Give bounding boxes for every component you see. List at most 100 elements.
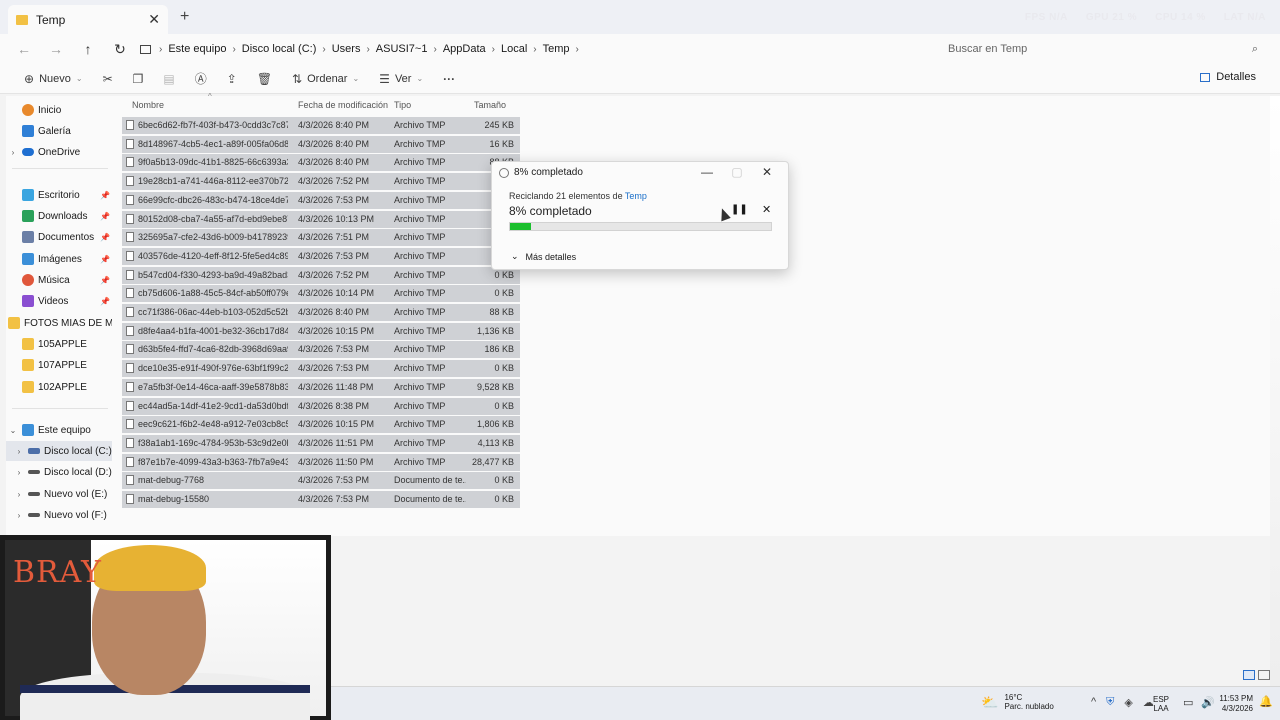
file-icon: [126, 138, 134, 149]
sidebar-item-105apple[interactable]: 105APPLE: [6, 334, 112, 354]
sidebar-item-musica[interactable]: Música 📌: [6, 270, 112, 290]
tab-temp[interactable]: Temp ✕: [8, 5, 168, 34]
chevron-right-icon[interactable]: ›: [12, 490, 26, 499]
quick-settings[interactable]: ▭ 🔊: [1183, 696, 1215, 709]
table-row[interactable]: f87e1b7e-4099-43a3-b363-7fb7a9e435a2....…: [122, 453, 520, 471]
column-header-size[interactable]: Tamaño: [474, 96, 534, 114]
shield-icon[interactable]: ⛨: [1106, 696, 1114, 709]
up-button[interactable]: ↑: [72, 41, 104, 57]
share-button[interactable]: ⇪: [217, 72, 247, 86]
table-row[interactable]: 8d148967-4cb5-4ec1-a89f-005fa06d8133....…: [122, 135, 520, 153]
sidebar-item-107apple[interactable]: 107APPLE: [6, 355, 112, 375]
column-header-type[interactable]: Tipo: [394, 96, 470, 114]
details-button[interactable]: Detalles: [1200, 71, 1256, 83]
close-tab-icon[interactable]: ✕: [148, 11, 160, 28]
details-label: Detalles: [1216, 71, 1256, 83]
column-header-date[interactable]: Fecha de modificación: [298, 96, 392, 114]
table-row[interactable]: b547cd04-f330-4293-ba9d-49a82bad3f41....…: [122, 266, 520, 284]
sidebar-item-inicio[interactable]: Inicio: [6, 100, 112, 120]
view-button[interactable]: ☰ Ver ⌄: [369, 72, 433, 86]
chevron-right-icon[interactable]: ›: [12, 511, 26, 520]
sidebar-item-onedrive[interactable]: › OneDrive: [6, 142, 112, 162]
input-language[interactable]: ESP LAA: [1153, 695, 1169, 713]
chevron-right-icon[interactable]: ›: [12, 447, 26, 456]
app-tray-icon[interactable]: ◈: [1124, 696, 1132, 709]
sidebar-item-downloads[interactable]: Downloads 📌: [6, 206, 112, 226]
table-row[interactable]: d8fe4aa4-b1fa-4001-be32-36cb17d84aaf....…: [122, 322, 520, 340]
table-row[interactable]: 9f0a5b13-09dc-41b1-8825-66c6393a37e5....…: [122, 154, 520, 172]
sidebar-item-vol-e[interactable]: › Nuevo vol (E:): [6, 484, 112, 504]
cancel-button[interactable]: ✕: [762, 203, 771, 216]
table-row[interactable]: eec9c621-f6b2-4e48-a912-7e03cb8c5ebe....…: [122, 416, 520, 434]
sort-icon: ⇅: [292, 71, 303, 86]
pause-button[interactable]: ❚❚: [731, 204, 748, 215]
breadcrumb-user[interactable]: ASUSI7~1: [370, 43, 434, 55]
sidebar-item-galeria[interactable]: Galería: [6, 121, 112, 141]
sidebar-item-label: Nuevo vol (F:): [44, 509, 107, 521]
table-row[interactable]: 19e28cb1-a741-446a-8112-ee370b72af9b....…: [122, 173, 520, 191]
search-input[interactable]: Buscar en Temp ⌕: [936, 37, 1270, 61]
column-header-name[interactable]: Nombre: [132, 96, 292, 114]
paste-button[interactable]: ▤: [153, 72, 184, 86]
table-row[interactable]: 403576de-4120-4eff-8f12-5fe5ed4c895f.t..…: [122, 247, 520, 265]
more-details-toggle[interactable]: ⌄ Más detalles: [511, 251, 576, 262]
drive-icon: [28, 513, 40, 517]
sidebar-item-escritorio[interactable]: Escritorio 📌: [6, 185, 112, 205]
table-row[interactable]: 6bec6d62-fb7f-403f-b473-0cdd3c7c87b7....…: [122, 117, 520, 134]
breadcrumb-users[interactable]: Users: [326, 43, 367, 55]
chevron-right-icon[interactable]: ›: [12, 468, 26, 477]
table-row[interactable]: mat-debug-7768 4/3/2026 7:53 PM Documento …: [122, 472, 520, 490]
file-name: cc71f386-06ac-44eb-b103-052d5c52b4a1....: [138, 307, 288, 317]
copy-button[interactable]: ❐: [123, 72, 154, 86]
sidebar-item-vol-f[interactable]: › Nuevo vol (F:): [6, 505, 112, 525]
clock[interactable]: 11:53 PM 4/3/2026: [1215, 694, 1253, 714]
new-button[interactable]: ⊕ Nuevo ⌄: [14, 72, 93, 86]
cut-button[interactable]: ✂: [93, 72, 123, 86]
table-row[interactable]: d63b5fe4-ffd7-4ca6-82db-3968d69aa95f.t..…: [122, 341, 520, 359]
file-icon: [126, 363, 134, 374]
sidebar-item-videos[interactable]: Videos 📌: [6, 291, 112, 311]
sidebar-item-102apple[interactable]: 102APPLE: [6, 377, 112, 397]
chevron-up-icon[interactable]: ^: [1091, 696, 1096, 709]
refresh-button[interactable]: ↻: [104, 41, 136, 58]
table-row[interactable]: 325695a7-cfe2-43d6-b009-b417892398ad....…: [122, 229, 520, 247]
sidebar-item-disco-d[interactable]: › Disco local (D:): [6, 462, 112, 482]
tiles-view-icon[interactable]: [1258, 670, 1270, 680]
breadcrumb-temp[interactable]: Temp: [537, 43, 576, 55]
new-tab-button[interactable]: +: [180, 8, 189, 26]
table-row[interactable]: e7a5fb3f-0e14-46ca-aaff-39e5878b8313.t..…: [122, 378, 520, 396]
back-button[interactable]: ←: [8, 41, 40, 57]
minimize-button[interactable]: —: [692, 165, 722, 179]
weather-widget[interactable]: ⛅ 16°C Parc. nublado: [981, 693, 1054, 711]
sidebar-item-este-equipo[interactable]: ⌄ Este equipo: [6, 420, 112, 440]
table-row[interactable]: f38a1ab1-169c-4784-953b-53c9d2e0b598....…: [122, 434, 520, 452]
table-row[interactable]: 80152d08-cba7-4a55-af7d-ebd9ebe875f6....…: [122, 210, 520, 228]
more-options-button[interactable]: ···: [433, 72, 465, 86]
sidebar-item-documentos[interactable]: Documentos 📌: [6, 227, 112, 247]
table-row[interactable]: ec44ad5a-14df-41e2-9cd1-da53d0bdff11....…: [122, 397, 520, 415]
sidebar-item-fotos[interactable]: FOTOS MIAS DE MI: [6, 313, 112, 333]
table-row[interactable]: cb75d606-1a88-45c5-84cf-ab50ff079e7b.t..…: [122, 285, 520, 303]
breadcrumb-appdata[interactable]: AppData: [437, 43, 492, 55]
destination-link[interactable]: Temp: [625, 191, 647, 201]
sidebar-item-disco-c[interactable]: › Disco local (C:): [6, 441, 112, 461]
table-row[interactable]: mat-debug-15580 4/3/2026 7:53 PM Documento…: [122, 491, 520, 508]
table-row[interactable]: cc71f386-06ac-44eb-b103-052d5c52b4a1....…: [122, 304, 520, 321]
chevron-right-icon[interactable]: ›: [6, 148, 20, 157]
details-view-icon[interactable]: [1243, 670, 1255, 680]
rename-button[interactable]: Ⓐ: [185, 70, 217, 87]
delete-button[interactable]: 🗑: [247, 72, 282, 86]
documents-icon: [22, 231, 34, 243]
close-button[interactable]: ✕: [752, 165, 782, 179]
sort-button[interactable]: ⇅ Ordenar ⌄: [282, 72, 369, 86]
file-date: 4/3/2026 11:50 PM: [298, 456, 374, 467]
chevron-down-icon[interactable]: ⌄: [6, 426, 20, 435]
breadcrumb-este-equipo[interactable]: Este equipo: [162, 43, 232, 55]
breadcrumb-local[interactable]: Local: [495, 43, 533, 55]
breadcrumb-disco-c[interactable]: Disco local (C:): [236, 43, 323, 55]
notification-icon[interactable]: 🔔: [1259, 695, 1273, 708]
forward-button[interactable]: →: [40, 41, 72, 57]
sidebar-item-imagenes[interactable]: Imágenes 📌: [6, 249, 112, 269]
table-row[interactable]: dce10e35-e91f-490f-976e-63bf1f99c29b.t..…: [122, 360, 520, 378]
table-row[interactable]: 66e99cfc-dbc26-483c-b474-18ce4de71541...…: [122, 191, 520, 209]
